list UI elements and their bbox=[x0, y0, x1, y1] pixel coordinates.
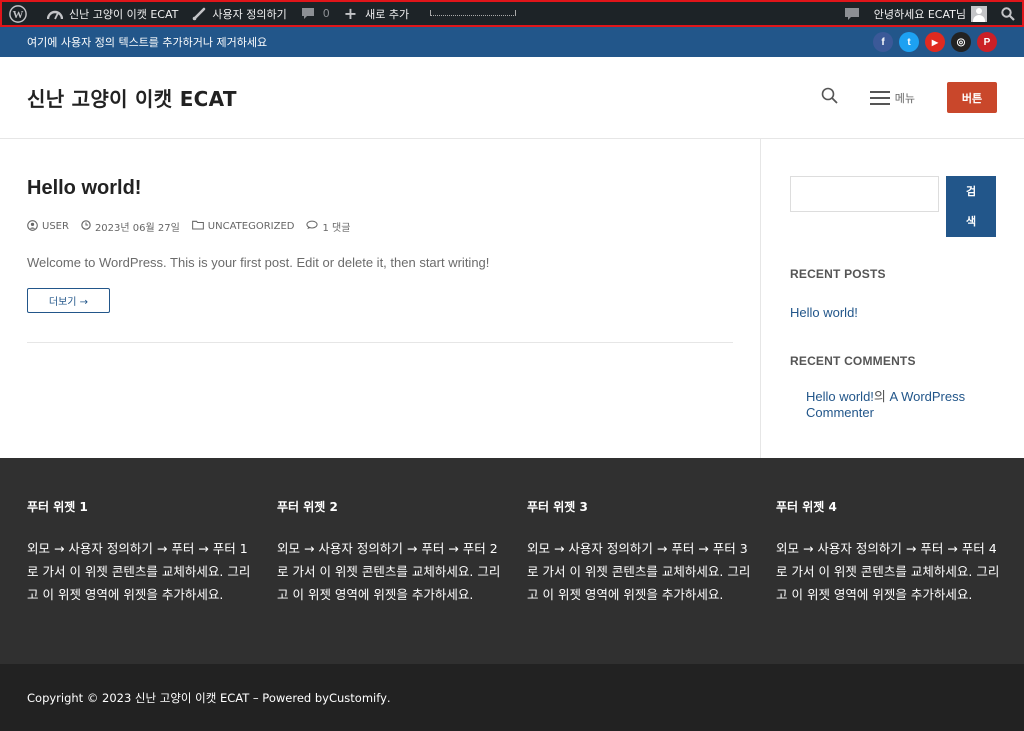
footer-widget-title: 푸터 위젯 2 bbox=[277, 500, 338, 514]
avatar bbox=[971, 5, 987, 22]
search-icon bbox=[821, 87, 838, 108]
recent-posts-title: RECENT POSTS bbox=[790, 267, 886, 281]
my-account-menu[interactable]: 안녕하세요 ECAT님 bbox=[867, 2, 994, 25]
header-search-button[interactable] bbox=[821, 87, 838, 108]
new-content-label: 새로 추가 bbox=[365, 7, 410, 21]
menu-toggle[interactable]: 메뉴 bbox=[869, 87, 915, 109]
recent-comments-title: RECENT COMMENTS bbox=[790, 354, 916, 368]
footer-widgets: 푸터 위젯 1 외모 → 사용자 정의하기 → 푸터 → 푸터 1로 가서 이 … bbox=[0, 458, 1024, 664]
admin-search-button[interactable] bbox=[994, 2, 1022, 25]
footer-widget-text: 외모 → 사용자 정의하기 → 푸터 → 푸터 2로 가서 이 위젯 콘텐츠를 … bbox=[277, 541, 501, 602]
post-comments[interactable]: 1 댓글 bbox=[306, 219, 350, 234]
svg-text:W: W bbox=[13, 9, 24, 21]
site-header: 신난 고양이 이캣 ECAT 메뉴 버튼 bbox=[0, 57, 1024, 139]
customify-link[interactable]: Customify bbox=[329, 691, 387, 705]
instagram-icon[interactable]: ◎ bbox=[951, 32, 971, 52]
comments-count: 0 bbox=[322, 7, 330, 20]
comment-bubble-icon bbox=[301, 7, 315, 20]
header-button[interactable]: 버튼 bbox=[947, 82, 997, 113]
footer-widget-text: 외모 → 사용자 정의하기 → 푸터 → 푸터 3로 가서 이 위젯 콘텐츠를 … bbox=[527, 541, 751, 602]
comment-connector: 의 bbox=[873, 389, 890, 404]
menu-label: 메뉴 bbox=[894, 91, 915, 105]
copyright-end: . bbox=[386, 690, 391, 705]
recent-post-link[interactable]: Hello world! bbox=[790, 305, 858, 320]
site-name-label: 신난 고양이 이캣 ECAT bbox=[69, 7, 179, 21]
pinterest-icon[interactable]: P bbox=[977, 32, 997, 52]
sidebar-search-input[interactable] bbox=[790, 176, 939, 212]
site-title[interactable]: 신난 고양이 이캣 ECAT bbox=[27, 83, 237, 112]
copyright-bar: Copyright © 2023 신난 고양이 이캣 ECAT – Powere… bbox=[0, 664, 1024, 731]
user-icon bbox=[27, 219, 38, 234]
social-icons: f t ▶ ◎ P bbox=[873, 32, 997, 52]
comments-icon bbox=[306, 220, 319, 233]
footer-widget-3: 푸터 위젯 3 외모 → 사용자 정의하기 → 푸터 → 푸터 3로 가서 이 … bbox=[527, 498, 751, 606]
top-bar: 여기에 사용자 정의 텍스트를 추가하거나 제거하세요 f t ▶ ◎ P bbox=[0, 27, 1024, 57]
post-excerpt: Welcome to WordPress. This is your first… bbox=[27, 255, 490, 270]
notification-menu[interactable] bbox=[837, 2, 867, 25]
footer-widget-text: 외모 → 사용자 정의하기 → 푸터 → 푸터 1로 가서 이 위젯 콘텐츠를 … bbox=[27, 541, 251, 602]
topbar-text: 여기에 사용자 정의 텍스트를 추가하거나 제거하세요 bbox=[27, 36, 268, 49]
clock-icon bbox=[81, 220, 91, 233]
folder-icon bbox=[191, 220, 204, 233]
post-title[interactable]: Hello world! bbox=[27, 177, 141, 200]
customize-menu[interactable]: 사용자 정의하기 bbox=[185, 2, 293, 25]
customize-label: 사용자 정의하기 bbox=[212, 7, 287, 21]
copyright-text: Copyright © 2023 신난 고양이 이캣 ECAT – Powere… bbox=[27, 690, 329, 705]
notification-bubble-icon bbox=[844, 7, 860, 21]
hamburger-icon bbox=[869, 87, 890, 109]
admin-bar: W 신난 고양이 이캣 ECAT 사용자 정의하기 0 + 새로 추가 안녕하세… bbox=[0, 0, 1024, 27]
wordpress-logo-icon[interactable]: W bbox=[2, 2, 34, 25]
post-date[interactable]: 2023년 06월 27일 bbox=[81, 219, 180, 234]
author-label: USER bbox=[42, 221, 69, 232]
recent-comment-item: Hello world!의 A WordPress Commenter bbox=[806, 389, 996, 421]
greeting-label: 안녕하세요 ECAT님 bbox=[873, 7, 966, 21]
comments-menu[interactable]: 0 bbox=[294, 2, 337, 25]
sidebar-divider bbox=[760, 139, 761, 458]
comments-label: 1 댓글 bbox=[322, 223, 351, 234]
post-author[interactable]: USER bbox=[27, 219, 69, 234]
comment-post-link[interactable]: Hello world! bbox=[806, 389, 874, 404]
paintbrush-icon bbox=[192, 7, 206, 21]
category-label: UNCATEGORIZED bbox=[207, 221, 295, 232]
dotted-separator bbox=[430, 9, 517, 16]
post-meta: USER 2023년 06월 27일 UNCATEGORIZED 1 댓글 bbox=[27, 219, 350, 234]
site-name-menu[interactable]: 신난 고양이 이캣 ECAT bbox=[40, 2, 185, 25]
sidebar-search-button[interactable]: 검색 bbox=[946, 176, 996, 237]
footer-widget-1: 푸터 위젯 1 외모 → 사용자 정의하기 → 푸터 → 푸터 1로 가서 이 … bbox=[27, 498, 251, 606]
new-content-menu[interactable]: + 새로 추가 bbox=[337, 2, 416, 25]
footer-widget-4: 푸터 위젯 4 외모 → 사용자 정의하기 → 푸터 → 푸터 4로 가서 이 … bbox=[776, 498, 1000, 606]
youtube-icon[interactable]: ▶ bbox=[925, 32, 945, 52]
read-more-button[interactable]: 더보기 → bbox=[27, 288, 110, 313]
footer-widget-title: 푸터 위젯 4 bbox=[776, 500, 837, 514]
plus-icon: + bbox=[343, 3, 358, 23]
date-label: 2023년 06월 27일 bbox=[94, 223, 180, 234]
twitter-icon[interactable]: t bbox=[899, 32, 919, 52]
post-category[interactable]: UNCATEGORIZED bbox=[191, 220, 295, 233]
facebook-icon[interactable]: f bbox=[873, 32, 893, 52]
footer-widget-title: 푸터 위젯 3 bbox=[527, 500, 588, 514]
footer-widget-2: 푸터 위젯 2 외모 → 사용자 정의하기 → 푸터 → 푸터 2로 가서 이 … bbox=[277, 498, 501, 606]
post-divider bbox=[27, 342, 733, 343]
dashboard-icon bbox=[47, 7, 63, 21]
search-icon bbox=[1001, 6, 1015, 21]
footer-widget-title: 푸터 위젯 1 bbox=[27, 500, 88, 514]
footer-widget-text: 외모 → 사용자 정의하기 → 푸터 → 푸터 4로 가서 이 위젯 콘텐츠를 … bbox=[776, 541, 1000, 602]
